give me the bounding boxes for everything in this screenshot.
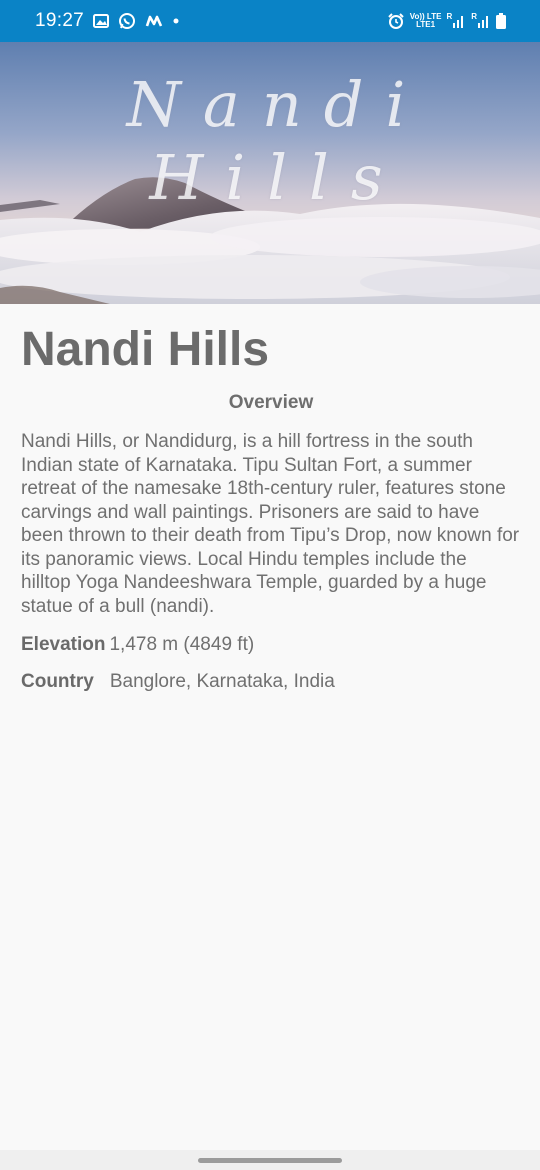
hero-image: Nandi Hills	[0, 42, 540, 304]
status-left: 19:27	[35, 10, 180, 32]
detail-content: Nandi Hills Overview Nandi Hills, or Nan…	[21, 304, 521, 693]
network-bottom-text: LTE1	[416, 20, 436, 29]
overview-heading: Overview	[228, 392, 314, 413]
status-time: 19:27	[35, 10, 85, 31]
navigation-bar	[0, 1150, 540, 1170]
notification-dot-icon	[172, 17, 180, 25]
elevation-row: Elevation 1,478 m (4849 ft)	[21, 634, 521, 656]
country-row: Country Banglore, Karnataka, India	[21, 671, 521, 693]
elevation-value: 1,478 m (4849 ft)	[109, 634, 255, 655]
home-indicator[interactable]	[198, 1158, 342, 1163]
signal-sim2-icon: R	[471, 13, 491, 29]
battery-icon	[496, 13, 506, 29]
whatsapp-icon	[118, 12, 136, 30]
m-app-icon	[145, 14, 163, 28]
hero-title: Nandi Hills	[126, 68, 428, 214]
gallery-icon	[93, 14, 110, 28]
signal-sim1-icon: R	[446, 13, 466, 29]
country-label: Country	[21, 671, 94, 692]
country-value: Banglore, Karnataka, India	[109, 671, 335, 692]
status-bar: 19:27 Vo)) LTE LTE1 R R	[0, 0, 540, 42]
page-title: Nandi Hills	[21, 323, 270, 376]
description-text: Nandi Hills, or Nandidurg, is a hill for…	[21, 431, 520, 617]
alarm-icon	[387, 12, 405, 30]
network-indicator: Vo)) LTE LTE1	[410, 13, 442, 29]
status-right: Vo)) LTE LTE1 R R	[387, 12, 506, 30]
elevation-label: Elevation	[21, 634, 106, 655]
